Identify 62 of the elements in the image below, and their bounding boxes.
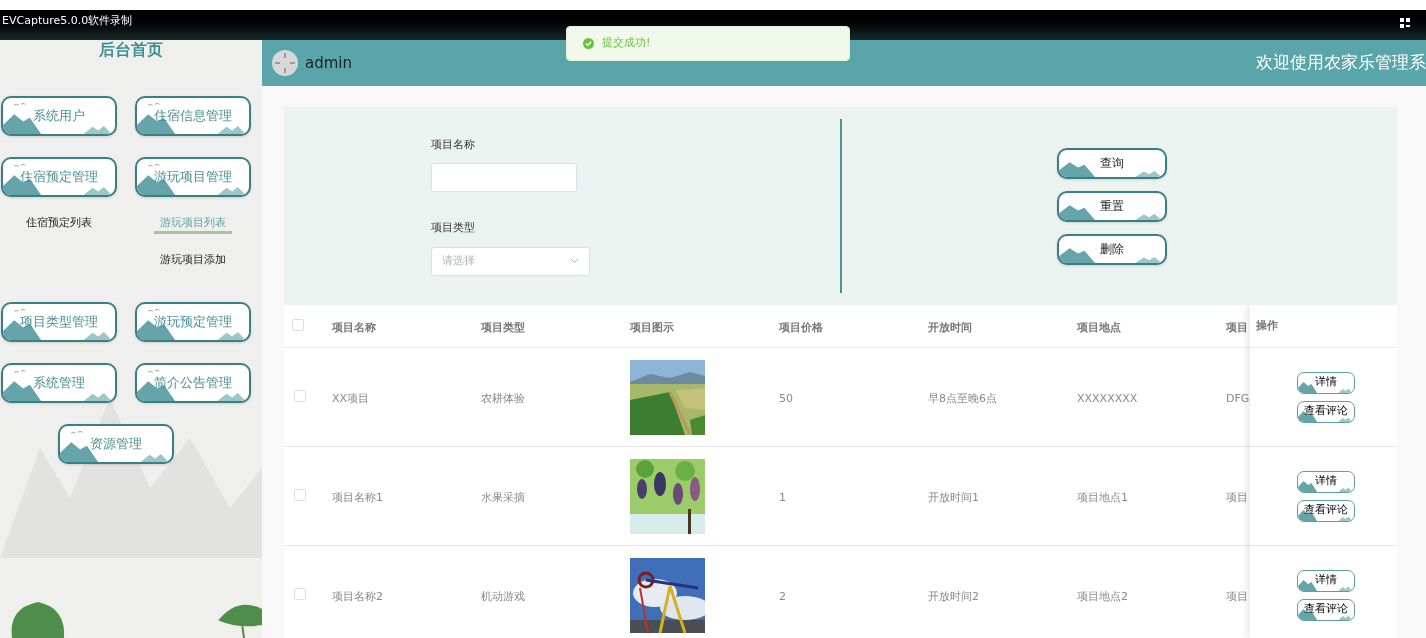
grid-icon[interactable] [1400, 18, 1410, 28]
menu-button[interactable]: 查询 [1057, 147, 1167, 179]
system-title: 欢迎使用农家乐管理系 [1256, 51, 1426, 75]
column-header: 项目图示 [630, 321, 674, 334]
user-name: admin [305, 52, 352, 74]
action-button[interactable]: 查看评论 [1296, 598, 1355, 621]
menu-button[interactable]: 住宿预定管理 [1, 157, 117, 197]
table-cell: 机动游戏 [481, 590, 525, 603]
menu-button[interactable]: 项目类型管理 [1, 302, 117, 342]
action-button[interactable]: 查看评论 [1296, 499, 1355, 522]
field-label: 项目类型 [431, 220, 476, 236]
table-cell: 项目 [1226, 590, 1248, 603]
menu-button[interactable]: 系统用户 [1, 96, 117, 136]
submenu-item[interactable]: 游玩项目添加 [154, 252, 232, 271]
table-cell: 2 [779, 590, 786, 603]
table-cell: 开放时间2 [928, 590, 979, 603]
column-header: 项目价格 [779, 321, 823, 334]
check-circle-icon [583, 38, 594, 49]
column-header: 操作 [1256, 317, 1278, 334]
field-label: 项目名称 [431, 136, 476, 153]
checkbox[interactable] [294, 588, 306, 600]
table-cell: XXXXXXXX [1077, 392, 1138, 405]
table-cell: 1 [779, 491, 786, 504]
checkbox[interactable] [294, 489, 306, 501]
menu-button[interactable]: 系统管理 [1, 363, 117, 403]
text-input[interactable] [431, 163, 577, 192]
action-button[interactable]: 详情 [1296, 569, 1355, 592]
toast-message: 提交成功! [602, 35, 651, 52]
table-cell: 水果采摘 [481, 491, 525, 504]
sidebar-title: 后台首页 [99, 40, 163, 60]
action-button[interactable]: 查看评论 [1296, 400, 1355, 423]
column-header: 项目 [1226, 321, 1248, 334]
chevron-down-icon [570, 258, 579, 264]
table-cell: 50 [779, 392, 793, 405]
menu-button[interactable]: 重置 [1057, 190, 1167, 222]
table-cell: 开放时间1 [928, 491, 979, 504]
menu-button[interactable]: 资源管理 [58, 424, 174, 464]
column-header: 项目名称 [332, 321, 376, 334]
menu-button[interactable]: 住宿信息管理 [135, 96, 251, 136]
avatar-icon [272, 50, 298, 76]
table-cell: 项目名称2 [332, 590, 383, 603]
checkbox[interactable] [294, 390, 306, 402]
column-header: 项目类型 [481, 321, 525, 334]
action-button[interactable]: 详情 [1296, 371, 1355, 394]
table-cell: 项目地点2 [1077, 590, 1128, 603]
table-cell: XX项目 [332, 392, 370, 405]
column-header: 开放时间 [928, 321, 972, 334]
menu-button[interactable]: 简介公告管理 [135, 363, 251, 403]
menu-button[interactable]: 删除 [1057, 233, 1167, 265]
table-cell: 早8点至晚6点 [928, 392, 997, 405]
menu-button[interactable]: 游玩项目管理 [135, 157, 251, 197]
column-header: 项目地点 [1077, 321, 1121, 334]
table-cell: 项目 [1226, 491, 1248, 504]
table-cell: DFG [1226, 392, 1250, 405]
submenu-item[interactable]: 住宿预定列表 [20, 215, 98, 234]
table-cell: 项目名称1 [332, 491, 383, 504]
table-cell: 项目地点1 [1077, 491, 1128, 504]
menu-button[interactable]: 游玩预定管理 [135, 302, 251, 342]
checkbox[interactable] [292, 319, 304, 331]
recorder-title: EVCapture5.0.0软件录制 [2, 14, 133, 27]
table-cell: 农耕体验 [481, 392, 525, 405]
action-button[interactable]: 详情 [1296, 470, 1355, 493]
